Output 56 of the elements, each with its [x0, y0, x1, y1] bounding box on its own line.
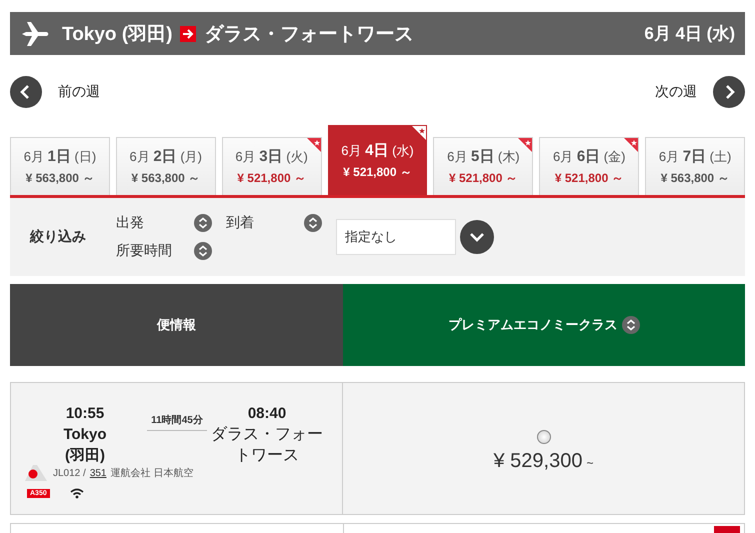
origin-city: Tokyo (羽田)	[62, 22, 172, 46]
arrival-city: ダラス・フォートワース	[210, 425, 324, 466]
tab-price: ¥ 521,800 ～	[449, 170, 518, 186]
tab-date: 6月 7日 (土)	[658, 146, 732, 166]
filter-label: 絞り込み	[30, 228, 87, 246]
codeshare-link[interactable]: 351	[90, 468, 106, 478]
next-week-button[interactable]	[713, 76, 745, 108]
airplane-icon	[20, 20, 50, 46]
airline-tail-icon	[23, 464, 49, 482]
departure-city: Tokyo	[62, 425, 108, 445]
price-suffix: ~	[586, 456, 594, 470]
tab-date: 6月 5日 (木)	[447, 146, 520, 166]
destination-city: ダラス・フォートワース	[204, 22, 414, 46]
previous-week-link[interactable]: 前の週	[58, 83, 100, 101]
sort-label: 出発	[116, 214, 144, 232]
sort-toggle-icon[interactable]	[194, 214, 212, 232]
date-tab[interactable]: 6月 3日 (火) ¥ 521,800 ～	[222, 137, 322, 195]
tab-price: ¥ 563,800 ～	[131, 170, 200, 186]
sort-label: 所要時間	[116, 242, 172, 260]
departure-airport: (羽田)	[64, 446, 106, 466]
fare-price: ¥ 529,300	[494, 450, 582, 472]
fare-radio-button[interactable]	[536, 430, 550, 444]
sort-toggle-icon[interactable]	[304, 214, 322, 232]
sort-toggle-icon[interactable]	[622, 316, 640, 334]
tab-date: 6月 2日 (月)	[130, 146, 202, 166]
flight-date: 6月 4日 (水)	[644, 23, 735, 45]
tab-date: 6月 3日 (火)	[235, 146, 308, 166]
next-week-link[interactable]: 次の週	[655, 83, 697, 101]
sort-label: 到着	[226, 214, 254, 232]
tab-price: ¥ 521,800 ～	[343, 164, 412, 180]
tab-date: 6月 6日 (金)	[552, 146, 626, 166]
flight-duration: 11時間45分	[147, 413, 207, 431]
column-header: 便情報	[10, 284, 343, 366]
column-header[interactable]: プレミアムエコノミークラス	[343, 284, 745, 366]
arrow-icon	[180, 26, 196, 42]
previous-week-button[interactable]	[10, 76, 42, 108]
tab-date: 6月 1日 (日)	[24, 146, 96, 166]
tab-price: ¥ 521,800 ～	[554, 170, 624, 186]
operator-text: 運航会社 日本航空	[110, 466, 194, 480]
sort-toggle-icon[interactable]	[194, 242, 212, 260]
flight-number: JL012 /	[53, 468, 86, 478]
corner-badge	[714, 526, 740, 533]
dropdown-button[interactable]	[460, 220, 494, 254]
tab-price: ¥ 563,800 ～	[660, 170, 730, 186]
date-tab[interactable]: 6月 1日 (日) ¥ 563,800 ～	[10, 137, 110, 195]
arrival-time: 08:40	[246, 404, 288, 424]
tab-price: ¥ 521,800 ～	[237, 170, 306, 186]
date-tab[interactable]: 6月 4日 (水) ¥ 521,800 ～	[328, 125, 428, 195]
dropdown-field[interactable]: 指定なし	[336, 219, 456, 255]
date-tab[interactable]: 6月 7日 (土) ¥ 563,800 ～	[645, 137, 746, 195]
date-tab[interactable]: 6月 2日 (月) ¥ 563,800 ～	[116, 137, 216, 195]
departure-time: 10:55	[64, 404, 106, 424]
date-tab[interactable]: 6月 6日 (金) ¥ 521,800 ～	[539, 137, 640, 195]
tab-price: ¥ 563,800 ～	[26, 170, 94, 186]
date-tab[interactable]: 6月 5日 (木) ¥ 521,800 ～	[433, 137, 534, 195]
tab-date: 6月 4日 (水)	[341, 140, 414, 160]
